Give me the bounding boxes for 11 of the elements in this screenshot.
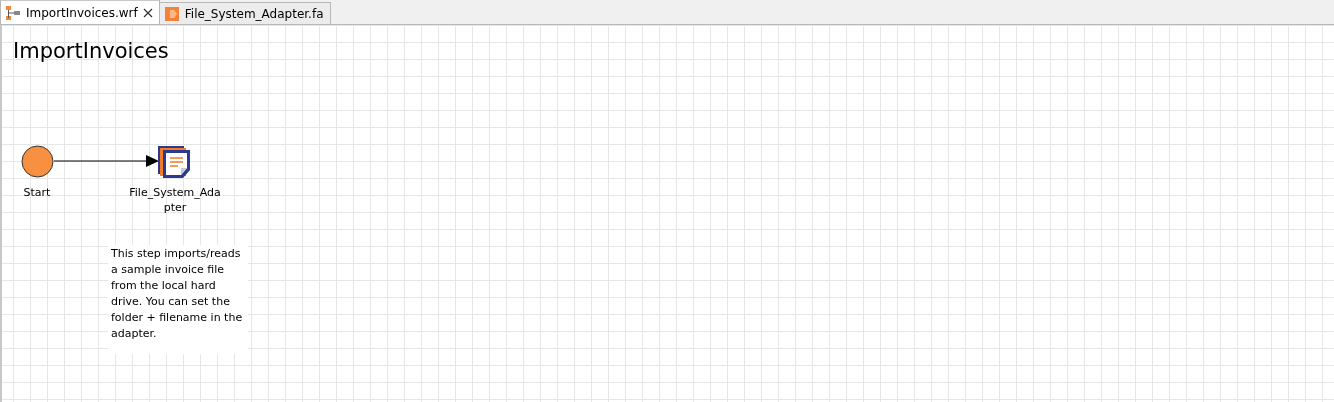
node-label: Start [22,185,52,200]
adapter-icon [163,5,180,22]
flowchart-icon [5,4,21,21]
workflow-title: ImportInvoices [13,39,169,63]
start-node[interactable] [21,145,54,178]
editor-tab[interactable]: File_System_Adapter.fa [158,2,331,24]
editor-tab[interactable]: ImportInvoices.wrf [0,0,160,24]
annotation-note: This step imports/reads a sample invoice file from the local hard drive. You can set the folder + filename in the adapter. [108,245,248,354]
node-label: File_System_Adapter [128,185,222,215]
document-node-icon[interactable] [157,145,192,179]
close-icon[interactable] [142,7,153,18]
